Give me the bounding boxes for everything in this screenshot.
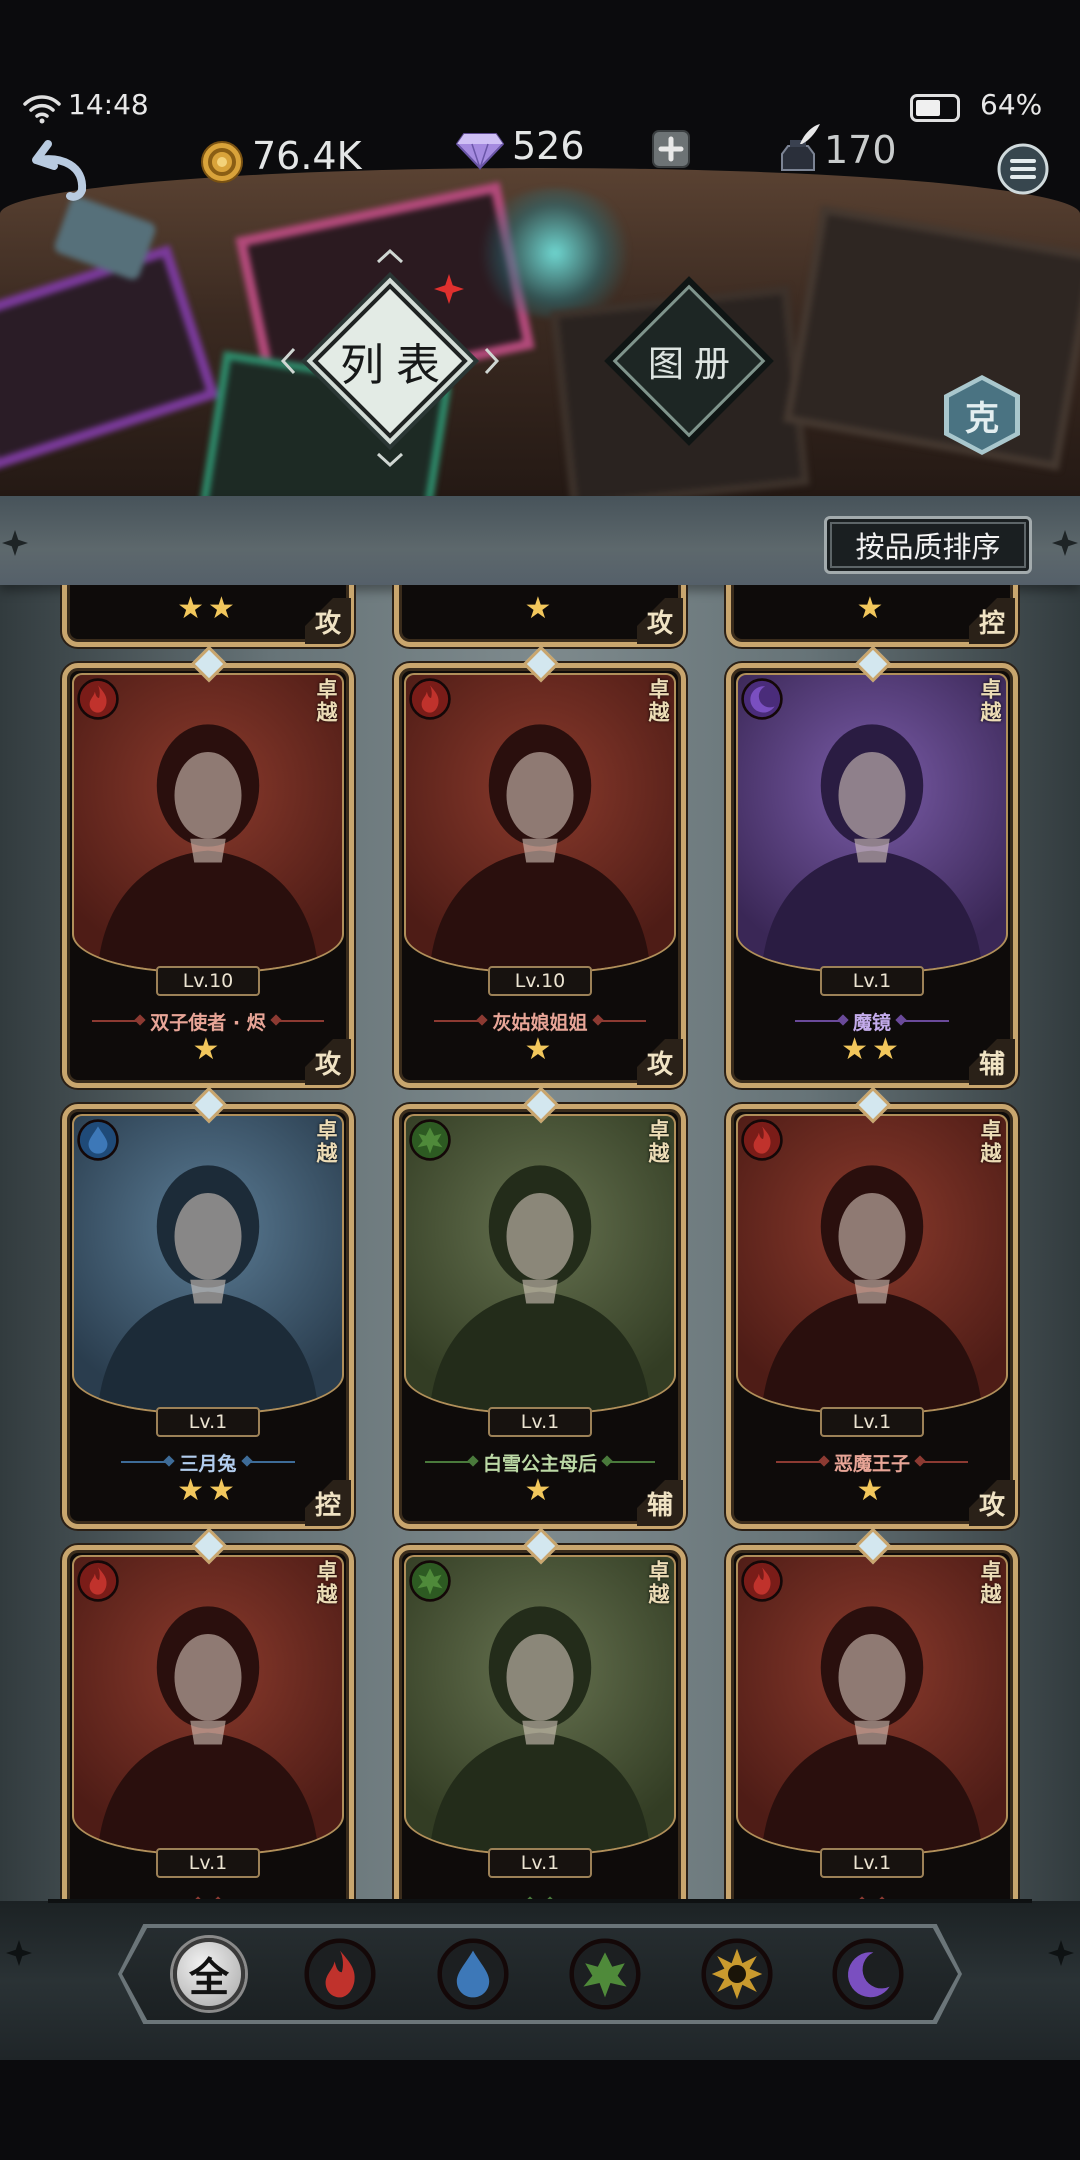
fire-element-icon bbox=[77, 1560, 119, 1602]
menu-icon[interactable] bbox=[996, 142, 1050, 196]
character-name: 双子使者 · 烬 bbox=[150, 1011, 266, 1034]
role-badge: 攻 bbox=[969, 1480, 1015, 1526]
role-badge: 攻 bbox=[637, 598, 683, 644]
character-card[interactable]: 卓越 Lv.1 bbox=[62, 1527, 354, 1901]
character-card[interactable]: 卓越 Lv.1 白雪公主母后 ★ 辅 bbox=[394, 1086, 686, 1529]
battery-icon bbox=[910, 94, 960, 122]
corner-ornament-icon bbox=[6, 1940, 32, 1966]
quality-badge: 卓越 bbox=[978, 678, 1002, 724]
level-label: Lv.1 bbox=[488, 1848, 592, 1878]
fire-element-icon bbox=[741, 1119, 783, 1161]
dark-element-icon bbox=[741, 678, 783, 720]
character-card[interactable]: 卓越 Lv.1 魔镜 ★★ 辅 bbox=[726, 645, 1018, 1088]
banner-background bbox=[0, 168, 1080, 496]
water-element-icon bbox=[437, 1938, 509, 2014]
quality-badge: 卓越 bbox=[314, 678, 338, 724]
filter-all-button[interactable]: 全 bbox=[173, 1938, 245, 2010]
character-name: 魔镜 bbox=[852, 1011, 891, 1034]
quality-badge: 卓越 bbox=[646, 1560, 670, 1606]
fire-element-icon bbox=[304, 1938, 376, 2014]
quality-badge: 卓越 bbox=[978, 1119, 1002, 1165]
role-badge: 控 bbox=[969, 598, 1015, 644]
corner-ornament-icon bbox=[1052, 530, 1078, 556]
role-badge: 辅 bbox=[969, 1039, 1015, 1085]
status-time: 14:48 bbox=[68, 88, 149, 121]
sort-by-quality-button[interactable]: 按品质排序 bbox=[824, 516, 1032, 574]
character-card-grid[interactable]: ★★ 攻 ★ 攻 ★ 控卓越 Lv.10 双子使者 · 烬 ★ 攻卓越 Lv.10 灰姑娘姐姐 ★ 攻卓越… bbox=[0, 585, 1080, 1901]
wifi-icon bbox=[23, 95, 61, 124]
fire-element-icon bbox=[409, 678, 451, 720]
character-card[interactable]: 卓越 Lv.1 恶魔王子 ★ 攻 bbox=[726, 1086, 1018, 1529]
character-name: 三月兔 bbox=[179, 1452, 237, 1475]
level-label: Lv.1 bbox=[488, 1407, 592, 1437]
character-card[interactable]: 卓越 Lv.10 双子使者 · 烬 ★ 攻 bbox=[62, 645, 354, 1088]
add-currency-button[interactable] bbox=[652, 130, 690, 168]
character-name: 恶魔王子 bbox=[833, 1452, 910, 1475]
quality-badge: 卓越 bbox=[978, 1560, 1002, 1606]
character-card[interactable]: ★ 攻 bbox=[394, 585, 686, 647]
role-badge: 攻 bbox=[305, 1039, 351, 1085]
level-label: Lv.10 bbox=[156, 966, 260, 996]
level-label: Lv.1 bbox=[820, 1407, 924, 1437]
battery-percent: 64% bbox=[980, 88, 1043, 121]
ink-amount: 170 bbox=[824, 128, 897, 172]
divider bbox=[48, 1899, 1032, 1903]
chevron-left-icon bbox=[280, 347, 296, 375]
tab-atlas-label: 图册 bbox=[647, 344, 740, 385]
corner-ornament-icon bbox=[2, 530, 28, 556]
tab-list-label: 列表 bbox=[340, 340, 452, 391]
filter-fire-button[interactable] bbox=[304, 1938, 376, 2010]
new-indicator-icon bbox=[434, 274, 464, 304]
role-badge: 攻 bbox=[637, 1039, 683, 1085]
diamond-icon bbox=[456, 133, 504, 170]
character-name: 灰姑娘姐姐 bbox=[492, 1011, 588, 1034]
character-card[interactable]: ★ 控 bbox=[726, 585, 1018, 647]
wood-element-icon bbox=[409, 1560, 451, 1602]
character-card[interactable]: 卓越 Lv.1 三月兔 ★★ 控 bbox=[62, 1086, 354, 1529]
water-element-icon bbox=[77, 1119, 119, 1161]
back-arrow-icon[interactable] bbox=[26, 130, 102, 206]
tab-atlas[interactable]: 图册 bbox=[612, 284, 766, 438]
gold-amount: 76.4K bbox=[252, 134, 362, 178]
level-label: Lv.1 bbox=[820, 1848, 924, 1878]
wood-element-icon bbox=[409, 1119, 451, 1161]
quality-badge: 卓越 bbox=[314, 1560, 338, 1606]
filter-water-button[interactable] bbox=[437, 1938, 509, 2010]
corner-ornament-icon bbox=[1048, 1940, 1074, 1966]
role-badge: 攻 bbox=[305, 598, 351, 644]
filter-dark-button[interactable] bbox=[832, 1938, 904, 2010]
filter-light-button[interactable] bbox=[701, 1938, 773, 2010]
counter-chart-button[interactable]: 克 bbox=[944, 375, 1020, 455]
ink-pot-icon bbox=[781, 124, 820, 171]
filter-wood-button[interactable] bbox=[569, 1938, 641, 2010]
light-element-icon bbox=[701, 1938, 773, 2014]
counter-chart-label: 克 bbox=[965, 398, 999, 439]
character-card[interactable]: 卓越 Lv.1 bbox=[394, 1527, 686, 1901]
tab-list[interactable]: 列表 bbox=[312, 283, 468, 439]
character-card[interactable]: 卓越 Lv.1 bbox=[726, 1527, 1018, 1901]
chevron-down-icon bbox=[376, 452, 404, 468]
quality-badge: 卓越 bbox=[314, 1119, 338, 1165]
level-label: Lv.10 bbox=[488, 966, 592, 996]
chevron-up-icon bbox=[376, 248, 404, 264]
character-name: 白雪公主母后 bbox=[482, 1452, 597, 1475]
role-badge: 控 bbox=[305, 1480, 351, 1526]
diamond-amount: 526 bbox=[512, 124, 585, 168]
character-card[interactable]: 卓越 Lv.10 灰姑娘姐姐 ★ 攻 bbox=[394, 645, 686, 1088]
fire-element-icon bbox=[77, 678, 119, 720]
level-label: Lv.1 bbox=[156, 1407, 260, 1437]
gold-coin-icon bbox=[201, 141, 243, 183]
role-badge: 辅 bbox=[637, 1480, 683, 1526]
quality-badge: 卓越 bbox=[646, 1119, 670, 1165]
dark-element-icon bbox=[832, 1938, 904, 2014]
wood-element-icon bbox=[569, 1938, 641, 2014]
chevron-right-icon bbox=[484, 347, 500, 375]
level-label: Lv.1 bbox=[820, 966, 924, 996]
fire-element-icon bbox=[741, 1560, 783, 1602]
quality-badge: 卓越 bbox=[646, 678, 670, 724]
character-card[interactable]: ★★ 攻 bbox=[62, 585, 354, 647]
level-label: Lv.1 bbox=[156, 1848, 260, 1878]
